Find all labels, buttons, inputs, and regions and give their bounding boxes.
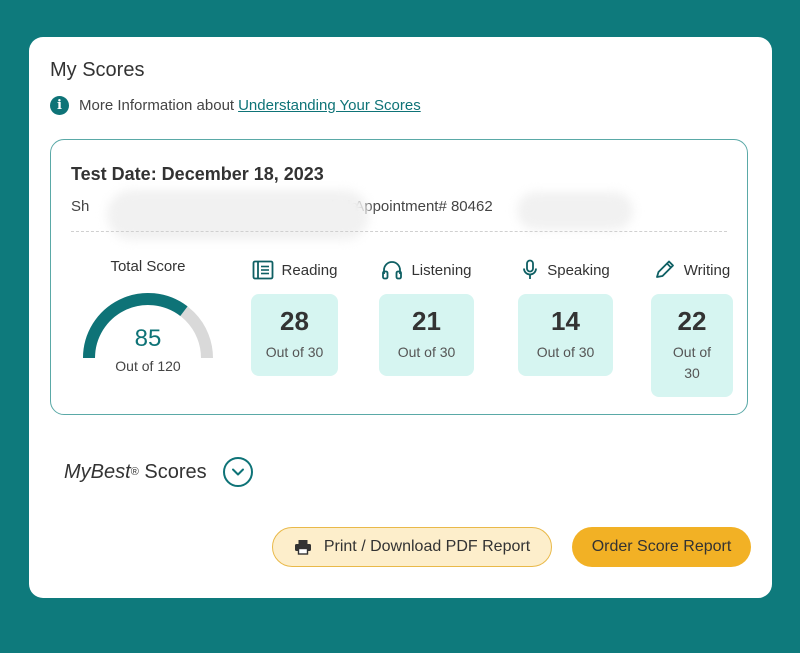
section-out-of: Out of 30 bbox=[397, 343, 456, 360]
test-date: Test Date: December 18, 2023 bbox=[71, 164, 324, 184]
section-listening: Listening 21 Out of 30 bbox=[379, 258, 474, 376]
order-score-report-button[interactable]: Order Score Report bbox=[572, 527, 751, 567]
section-writing: Writing 22 Out of 30 bbox=[651, 258, 733, 397]
order-button-label: Order Score Report bbox=[591, 538, 732, 555]
info-icon: i bbox=[50, 96, 69, 115]
page-title: My Scores bbox=[50, 59, 145, 81]
total-score-value: 85 bbox=[134, 325, 162, 352]
mybest-expand-button[interactable] bbox=[222, 457, 253, 487]
score-summary-box: Test Date: December 18, 2023 Sh dova | A… bbox=[50, 139, 748, 415]
pencil-icon bbox=[655, 260, 674, 278]
candidate-name-partial: Sh bbox=[71, 198, 90, 215]
section-label: Speaking bbox=[547, 261, 610, 279]
section-score: 22 bbox=[677, 306, 707, 337]
section-out-of: Out of 30 bbox=[672, 343, 712, 381]
understanding-scores-link[interactable]: Understanding Your Scores bbox=[238, 97, 421, 114]
microphone-icon bbox=[523, 259, 538, 279]
section-label: Listening bbox=[411, 261, 472, 279]
info-row: i More Information about Understanding Y… bbox=[50, 96, 421, 115]
section-out-of: Out of 30 bbox=[536, 343, 595, 360]
section-score: 21 bbox=[412, 306, 441, 337]
redaction-blur bbox=[517, 192, 633, 230]
score-tile: 14 Out of 30 bbox=[518, 294, 613, 376]
mybest-title: MyBest bbox=[64, 460, 131, 483]
printer-icon bbox=[294, 540, 311, 555]
total-score-out-of: Out of 120 bbox=[115, 358, 181, 374]
divider bbox=[71, 231, 727, 232]
score-tile: 28 Out of 30 bbox=[251, 294, 338, 376]
print-button-label: Print / Download PDF Report bbox=[323, 538, 531, 555]
redaction-blur bbox=[107, 190, 369, 240]
total-score: Total Score 85 Out of 120 bbox=[73, 258, 223, 388]
section-label: Reading bbox=[281, 261, 338, 279]
chevron-down-icon bbox=[231, 468, 244, 476]
section-reading: Reading 28 Out of 30 bbox=[251, 258, 338, 376]
registered-mark: ® bbox=[130, 466, 139, 478]
section-score: 14 bbox=[551, 306, 580, 337]
candidate-info: Sh dova | Appointment# 80462 bbox=[71, 190, 711, 240]
section-score: 28 bbox=[280, 306, 309, 337]
print-download-pdf-button[interactable]: Print / Download PDF Report bbox=[272, 527, 552, 567]
book-icon bbox=[252, 260, 273, 280]
section-label: Writing bbox=[683, 261, 731, 279]
section-speaking: Speaking 14 Out of 30 bbox=[518, 258, 613, 376]
mybest-title-rest: Scores bbox=[144, 460, 207, 483]
scores-card: My Scores i More Information about Under… bbox=[29, 37, 772, 598]
total-score-label: Total Score bbox=[110, 258, 186, 275]
score-tile: 21 Out of 30 bbox=[379, 294, 474, 376]
section-out-of: Out of 30 bbox=[265, 343, 324, 360]
info-text: More Information about bbox=[79, 97, 235, 114]
score-tile: 22 Out of 30 bbox=[651, 294, 733, 397]
mybest-scores-header[interactable]: MyBest ® Scores bbox=[64, 457, 253, 487]
headphones-icon bbox=[382, 261, 403, 280]
